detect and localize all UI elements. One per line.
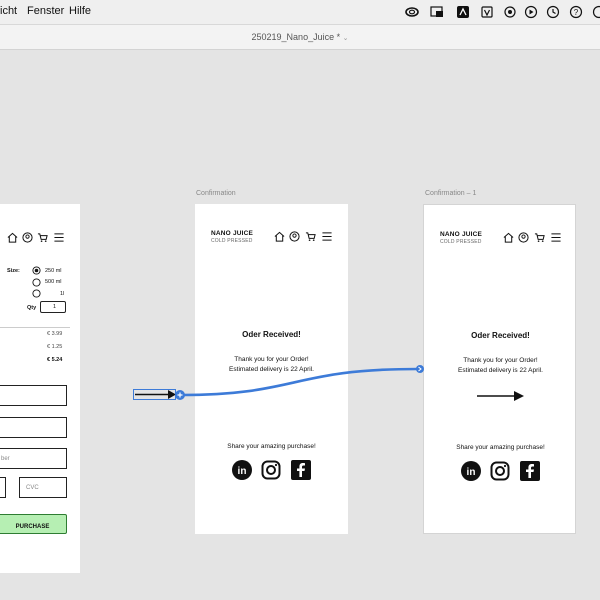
menu-help[interactable]: Hilfe (69, 5, 91, 17)
chevron-down-icon[interactable]: ⌄ (343, 35, 349, 42)
size-option-250: 250 ml (45, 268, 62, 274)
divider (0, 327, 70, 328)
svg-text:in: in (467, 467, 476, 478)
artboard-confirmation-1[interactable]: NANO JUICE COLD PRESSED Oder Received! T… (423, 204, 576, 534)
menu-icon[interactable] (321, 231, 333, 242)
cart-icon[interactable] (37, 232, 48, 243)
svg-text:in: in (238, 466, 247, 477)
svg-text:?: ? (574, 8, 579, 17)
menu-view[interactable]: icht (0, 5, 17, 17)
radio-500[interactable] (32, 278, 41, 287)
tool-icon[interactable] (503, 5, 517, 19)
play-icon[interactable] (524, 5, 538, 19)
qty-input[interactable]: 1 (40, 301, 66, 313)
user-icon[interactable] (22, 232, 33, 243)
facebook-icon[interactable] (291, 460, 311, 480)
thanks-text: Thank you for your Order! (463, 357, 538, 364)
delivery-text: Estimated delivery is 22 April. (458, 367, 543, 374)
instagram-icon[interactable] (261, 460, 281, 480)
linkedin-icon[interactable]: in (232, 460, 252, 480)
cart-icon[interactable] (305, 231, 316, 242)
size-option-1l: 1l (60, 291, 65, 297)
cart-icon[interactable] (534, 232, 545, 243)
menu-window[interactable]: Fenster (27, 5, 64, 17)
settings-icon[interactable] (592, 5, 600, 19)
menu-bar: icht Fenster Hilfe ? (0, 0, 600, 25)
facebook-icon[interactable] (520, 461, 540, 481)
shield-icon[interactable] (480, 5, 494, 19)
creative-cloud-icon[interactable] (405, 5, 419, 19)
expiry-field[interactable] (0, 477, 6, 498)
size-option-500: 500 ml (45, 279, 62, 285)
price-item: € 3.99 (47, 331, 63, 337)
card-number-placeholder: ber (1, 456, 10, 462)
price-shipping: € 1.25 (47, 344, 63, 350)
name-field[interactable] (0, 385, 67, 406)
screen-icon[interactable] (430, 5, 444, 19)
linkedin-icon[interactable]: in (461, 461, 481, 481)
order-received-heading: Oder Received! (471, 331, 530, 340)
help-icon[interactable]: ? (569, 5, 583, 19)
user-icon[interactable] (518, 232, 529, 243)
app-icon[interactable] (456, 5, 470, 19)
user-icon[interactable] (289, 231, 300, 242)
artboard-confirmation[interactable]: NANO JUICE COLD PRESSED Oder Received! T… (195, 204, 348, 534)
order-received-heading: Oder Received! (242, 330, 301, 339)
radio-1l[interactable] (32, 289, 41, 298)
history-icon[interactable] (546, 5, 560, 19)
radio-250-selected[interactable] (32, 266, 41, 275)
document-titlebar: 250219_Nano_Juice * ⌄ (0, 25, 600, 50)
artboard-label-confirmation[interactable]: Confirmation (196, 190, 236, 197)
instagram-icon[interactable] (490, 461, 510, 481)
brand-name: NANO JUICE (440, 231, 483, 238)
arrow-right-icon[interactable] (134, 389, 178, 400)
price-total: € 5.24 (47, 357, 63, 363)
brand-name: NANO JUICE (211, 230, 254, 237)
brand-subtitle: COLD PRESSED (440, 239, 482, 245)
delivery-text: Estimated delivery is 22 April. (229, 366, 314, 373)
address-field[interactable] (0, 417, 67, 438)
thanks-text: Thank you for your Order! (234, 356, 309, 363)
artboard-checkout[interactable]: Size: 250 ml 500 ml 1l Qty 1 € 3.99 € 1.… (0, 204, 80, 573)
qty-label: Qty (27, 305, 37, 311)
share-text: Share your amazing purchase! (227, 443, 316, 450)
home-icon[interactable] (7, 232, 18, 243)
card-number-field[interactable]: ber (0, 448, 67, 469)
menu-icon[interactable] (53, 232, 65, 243)
cvc-placeholder: CVC (26, 485, 39, 491)
purchase-label: PURCHASE (15, 524, 50, 530)
arrow-right-icon[interactable] (476, 390, 525, 402)
artboard-label-confirmation-1[interactable]: Confirmation – 1 (425, 190, 476, 197)
cvc-field[interactable]: CVC (19, 477, 67, 498)
brand-subtitle: COLD PRESSED (211, 238, 253, 244)
qty-value: 1 (53, 304, 57, 310)
size-label: Size: (7, 268, 20, 274)
home-icon[interactable] (503, 232, 514, 243)
share-text: Share your amazing purchase! (456, 444, 545, 451)
menu-icon[interactable] (550, 232, 562, 243)
purchase-button[interactable]: PURCHASE (0, 514, 67, 534)
home-icon[interactable] (274, 231, 285, 242)
document-title[interactable]: 250219_Nano_Juice * (252, 32, 341, 42)
